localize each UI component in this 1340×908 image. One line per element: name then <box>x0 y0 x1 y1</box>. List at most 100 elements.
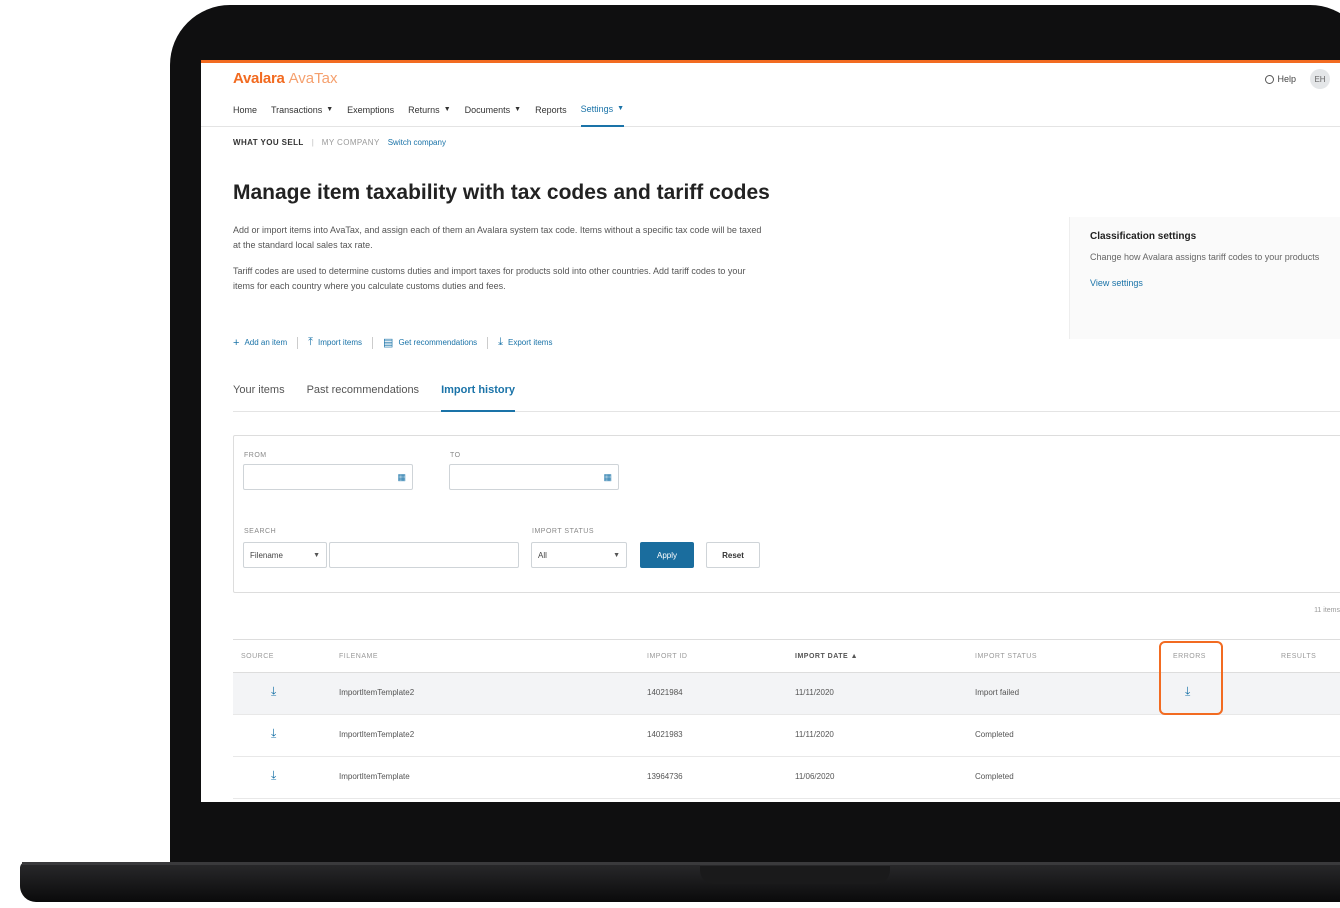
nav-label: Reports <box>535 104 567 115</box>
nav-returns[interactable]: Returns ▼ <box>408 93 450 127</box>
action-label: Get recommendations <box>398 338 478 347</box>
action-label: Export items <box>508 338 553 347</box>
cell-filename: ImportItemTemplate2 <box>339 730 415 739</box>
to-date-input[interactable]: ▦ <box>449 464 619 490</box>
get-recommendations-button[interactable]: ▤ Get recommendations <box>383 336 477 349</box>
nav-home[interactable]: Home <box>233 93 257 127</box>
cell-import-status: Import failed <box>975 688 1020 697</box>
table-row: ⤓ ImportItemTemplate2 14021983 11/11/202… <box>233 715 1340 757</box>
download-source-icon[interactable]: ⤓ <box>271 684 276 699</box>
laptop-notch <box>700 866 890 884</box>
chevron-down-icon: ▼ <box>443 106 451 113</box>
nav-transactions[interactable]: Transactions ▼ <box>271 93 333 127</box>
nav-label: Home <box>233 104 258 115</box>
search-field-select[interactable]: Filename ▼ <box>243 542 327 568</box>
classification-settings-panel: Classification settings Change how Avala… <box>1069 217 1340 339</box>
calendar-icon[interactable]: ▦ <box>397 472 406 483</box>
tab-past-recommendations[interactable]: Past recommendations <box>307 376 420 412</box>
page-description-tariff-codes: Tariff codes are used to determine custo… <box>233 266 746 291</box>
apply-button[interactable]: Apply <box>640 542 694 568</box>
chevron-down-icon: ▼ <box>613 551 620 559</box>
cell-import-status: Completed <box>975 772 1014 781</box>
cell-import-status: Completed <box>975 730 1014 739</box>
to-label: TO <box>450 452 461 459</box>
col-import-date[interactable]: IMPORT DATE ▲ <box>795 653 858 660</box>
breadcrumb-section: WHAT YOU SELL <box>233 137 304 147</box>
cell-import-id: 13964736 <box>647 772 683 781</box>
cell-import-date: 11/11/2020 <box>795 730 834 739</box>
document-icon: ▤ <box>383 337 394 349</box>
cell-filename: ImportItemTemplate2 <box>339 688 415 697</box>
tabs: Your items Past recommendations Import h… <box>233 376 1340 412</box>
panel-title: Classification settings <box>1090 231 1197 242</box>
nav-label: Settings <box>580 103 614 114</box>
brand-logo[interactable]: Avalara <box>233 70 285 87</box>
export-items-button[interactable]: ⤓ Export items <box>498 336 552 349</box>
download-source-icon[interactable]: ⤓ <box>271 768 276 783</box>
chevron-down-icon: ▼ <box>313 551 320 559</box>
breadcrumb: WHAT YOU SELL | MY COMPANY Switch compan… <box>201 127 1340 157</box>
nav-settings[interactable]: Settings ▼ <box>580 93 625 127</box>
table-row: ⤓ ImportItemTemplate 13964736 11/06/2020… <box>233 757 1340 799</box>
page-description-tax-codes: Add or import items into AvaTax, and ass… <box>233 225 762 250</box>
nav-label: Documents <box>464 104 511 115</box>
results-count: 11 items <box>1314 607 1340 614</box>
import-items-button[interactable]: ⤒ Import items <box>308 336 362 349</box>
from-label: FROM <box>244 452 267 459</box>
search-field-value: Filename <box>250 550 283 560</box>
tab-your-items[interactable]: Your items <box>233 376 285 412</box>
cell-import-id: 14021983 <box>647 730 683 739</box>
nav-label: Transactions <box>271 104 323 115</box>
search-input[interactable] <box>329 542 519 568</box>
import-status-select[interactable]: All ▼ <box>531 542 627 568</box>
import-status-value: All <box>538 550 547 560</box>
cell-import-date: 11/11/2020 <box>795 688 834 697</box>
panel-text: Change how Avalara assigns tariff codes … <box>1090 252 1320 262</box>
help-label: Help <box>1277 74 1296 84</box>
col-filename[interactable]: FILENAME <box>339 653 378 660</box>
view-settings-link[interactable]: View settings <box>1090 278 1320 288</box>
calendar-icon[interactable]: ▦ <box>603 472 612 483</box>
laptop-edge <box>22 862 1340 865</box>
divider <box>372 336 374 349</box>
import-status-label: IMPORT STATUS <box>532 528 594 535</box>
top-bar: Avalara AvaTax Help EH <box>201 63 1340 93</box>
plus-icon: + <box>233 336 240 349</box>
help-icon <box>1265 74 1275 84</box>
action-label: Import items <box>318 338 363 347</box>
switch-company-link[interactable]: Switch company <box>388 138 446 147</box>
download-icon: ⤓ <box>498 336 504 348</box>
nav-label: Returns <box>408 104 440 115</box>
avatar[interactable]: EH <box>1310 69 1330 89</box>
breadcrumb-separator: | <box>311 137 314 147</box>
product-name: AvaTax <box>288 69 338 87</box>
tab-import-history[interactable]: Import history <box>441 376 516 412</box>
reset-button[interactable]: Reset <box>706 542 760 568</box>
chevron-down-icon: ▼ <box>514 106 522 113</box>
filter-panel: FROM ▦ TO ▦ SEARCH Filename ▼ IMPORT STA… <box>233 435 1340 593</box>
col-import-id[interactable]: IMPORT ID <box>647 653 687 660</box>
search-label: SEARCH <box>244 528 277 535</box>
breadcrumb-company: MY COMPANY <box>321 137 380 147</box>
chevron-down-icon: ▼ <box>617 105 625 112</box>
nav-exemptions[interactable]: Exemptions <box>347 93 394 127</box>
cell-import-date: 11/06/2020 <box>795 772 835 781</box>
laptop-base <box>20 862 1340 902</box>
col-source: SOURCE <box>241 652 274 660</box>
nav-documents[interactable]: Documents ▼ <box>465 93 521 127</box>
from-date-input[interactable]: ▦ <box>243 464 413 490</box>
add-item-button[interactable]: + Add an item <box>233 337 287 349</box>
divider <box>487 336 489 349</box>
cell-import-id: 14021984 <box>647 688 683 697</box>
nav-reports[interactable]: Reports <box>535 93 567 127</box>
help-link[interactable]: Help <box>1265 74 1296 84</box>
chevron-down-icon: ▼ <box>326 106 334 113</box>
download-source-icon[interactable]: ⤓ <box>271 726 276 741</box>
col-import-status[interactable]: IMPORT STATUS <box>975 653 1037 660</box>
main-nav: Home Transactions ▼ Exemptions Returns ▼ D… <box>201 93 1340 127</box>
nav-label: Exemptions <box>347 104 395 115</box>
col-results: RESULTS <box>1281 652 1317 660</box>
upload-icon: ⤒ <box>308 336 314 348</box>
divider <box>297 336 299 349</box>
page-title: Manage item taxability with tax codes an… <box>233 181 770 204</box>
